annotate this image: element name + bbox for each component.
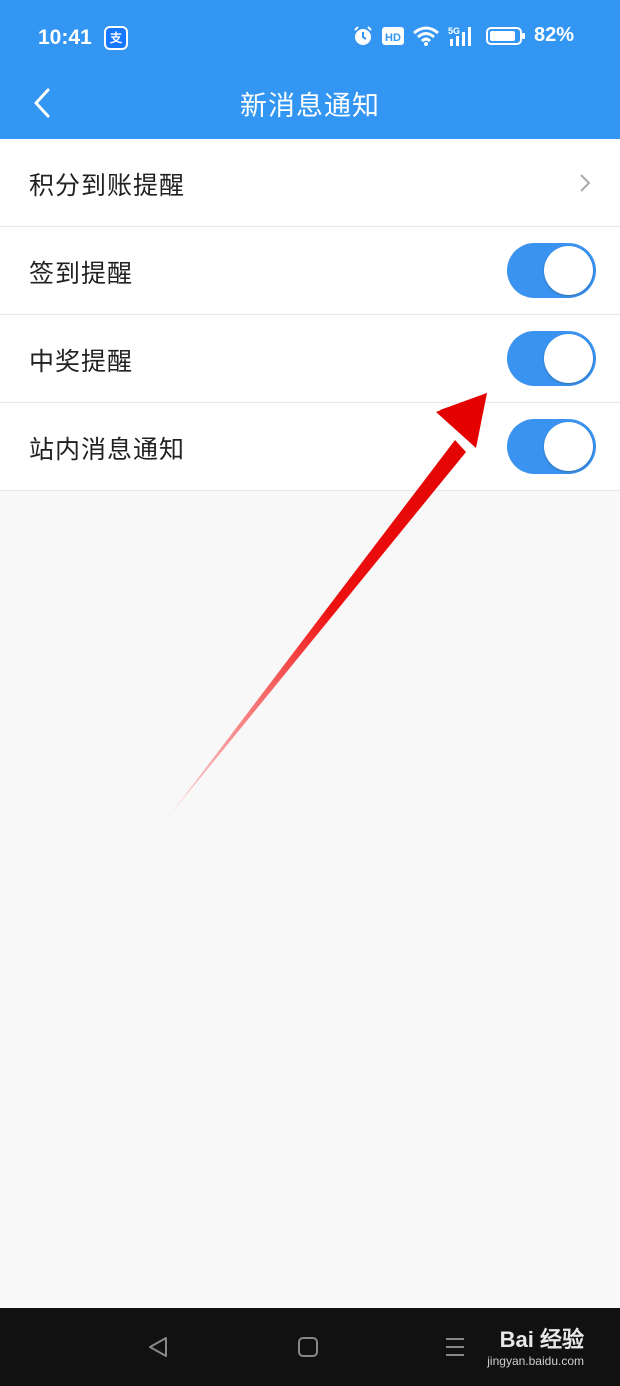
watermark-brand: Bai 经验	[499, 1327, 584, 1352]
setting-item-checkin: 签到提醒	[0, 227, 620, 315]
status-bar: 10:41 支 HD 5G 82%	[0, 0, 620, 76]
alipay-icon: 支	[104, 26, 128, 50]
svg-text:5G: 5G	[448, 26, 460, 36]
svg-text:HD: HD	[385, 32, 401, 44]
setting-label: 中奖提醒	[29, 347, 134, 376]
setting-label: 站内消息通知	[29, 435, 186, 464]
watermark: Bai 经验 jingyan.baidu.com	[487, 1322, 584, 1368]
home-square-icon[interactable]	[297, 1336, 319, 1358]
arrow-shaft	[170, 440, 466, 815]
watermark-url: jingyan.baidu.com	[487, 1354, 584, 1368]
toggle-knob	[544, 422, 593, 471]
alarm-icon	[354, 25, 372, 45]
toggle-knob	[544, 334, 593, 383]
back-triangle-icon[interactable]	[146, 1336, 170, 1358]
site-messages-toggle[interactable]	[507, 419, 596, 474]
setting-item-points-credit[interactable]: 积分到账提醒	[0, 139, 620, 227]
hd-icon: HD	[381, 26, 404, 45]
setting-item-prize: 中奖提醒	[0, 315, 620, 403]
battery-icon	[485, 26, 525, 45]
status-icons: HD 5G 82%	[352, 24, 574, 47]
setting-label: 积分到账提醒	[29, 171, 186, 200]
recents-menu-icon[interactable]	[444, 1335, 466, 1359]
settings-list: 积分到账提醒 签到提醒 中奖提醒 站内消息通知	[0, 139, 620, 491]
setting-label: 签到提醒	[29, 259, 134, 288]
checkin-toggle[interactable]	[507, 243, 596, 298]
prize-toggle[interactable]	[507, 331, 596, 386]
system-nav-bar: Bai 经验 jingyan.baidu.com	[0, 1308, 620, 1386]
setting-item-site-messages: 站内消息通知	[0, 403, 620, 491]
page-title: 新消息通知	[240, 91, 380, 122]
5g-signal-icon: 5G	[448, 26, 471, 46]
chevron-right-icon	[580, 174, 591, 192]
status-time: 10:41	[38, 26, 92, 49]
toggle-knob	[544, 246, 593, 295]
header: 新消息通知	[0, 76, 620, 139]
battery-percent: 82%	[533, 24, 574, 46]
wifi-icon	[413, 26, 439, 46]
